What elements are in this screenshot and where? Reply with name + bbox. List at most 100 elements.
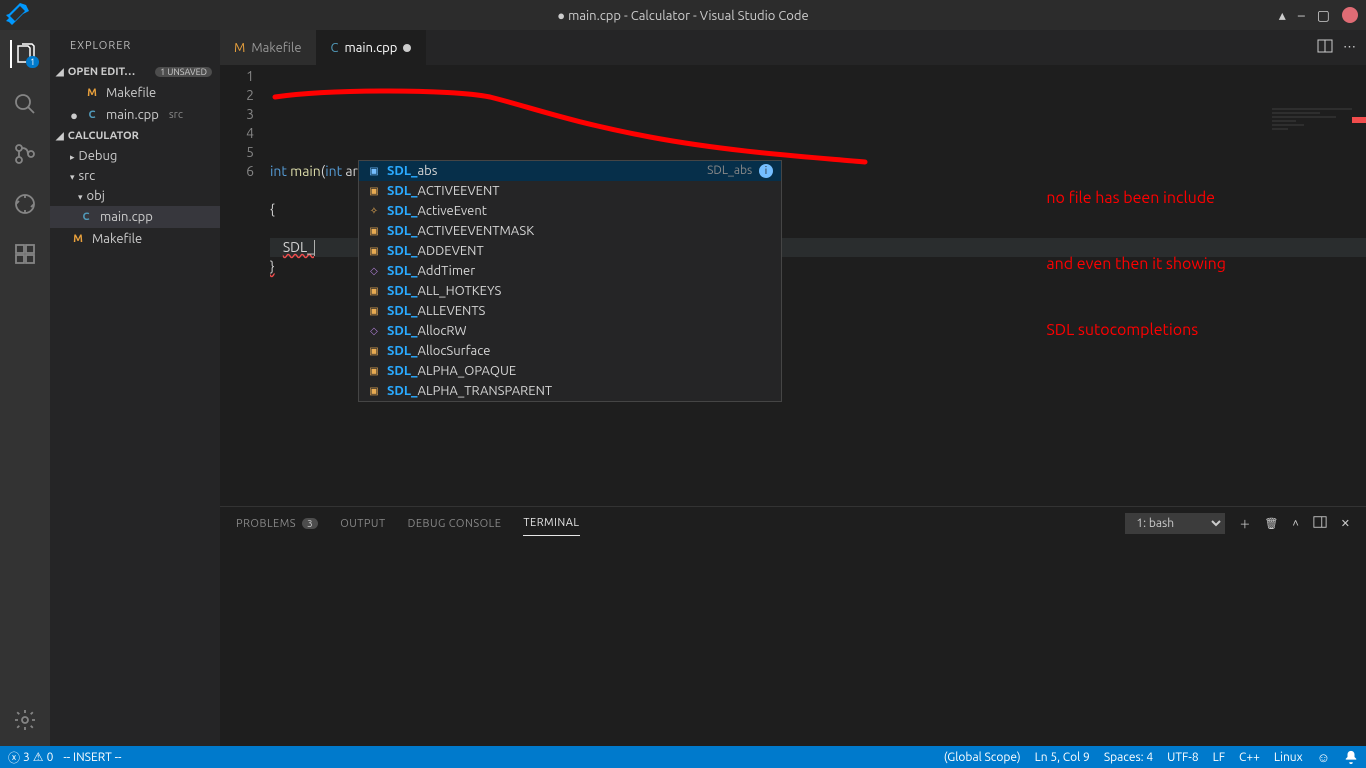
open-editor-maincpp[interactable]: ● C main.cpp src: [50, 104, 220, 126]
new-terminal-icon[interactable]: ＋: [1239, 516, 1250, 532]
panel-tab-debug[interactable]: DEBUG CONSOLE: [408, 518, 502, 530]
suggest-item[interactable]: ✧SDL_ActiveEvent: [359, 201, 781, 221]
close-icon[interactable]: [1342, 7, 1358, 23]
suggest-kind-icon: ▣: [367, 384, 381, 398]
status-eol[interactable]: LF: [1213, 750, 1225, 765]
kill-terminal-icon[interactable]: 🗑: [1264, 517, 1278, 530]
suggest-label: SDL_ALL_HOTKEYS: [387, 282, 501, 300]
annotation-line: no file has been include: [1046, 187, 1226, 209]
line-number: 5: [220, 143, 254, 162]
workspace-label: CALCULATOR: [68, 130, 139, 142]
file-makefile[interactable]: M Makefile: [50, 228, 220, 250]
line-number: 3: [220, 105, 254, 124]
suggest-kind-icon: ▣: [367, 304, 381, 318]
suggest-item[interactable]: ▣SDL_ACTIVEEVENTMASK: [359, 221, 781, 241]
suggest-kind-icon: ▣: [367, 184, 381, 198]
suggest-item[interactable]: ▣ SDL_ACTIVEEVENT: [359, 181, 781, 201]
maximize-panel-icon[interactable]: ˄: [1292, 518, 1298, 530]
suggest-kind-icon: ✧: [367, 204, 381, 218]
tab-makefile[interactable]: M Makefile: [220, 30, 317, 65]
sidebar-header: EXPLORER: [50, 30, 220, 62]
open-editor-label: Makefile: [106, 86, 156, 100]
search-icon[interactable]: [11, 90, 39, 118]
code-line: [270, 124, 1366, 143]
code-editor[interactable]: 1 2 3 4 5 6 int main(int argv,char argv)…: [220, 65, 1366, 506]
info-icon[interactable]: i: [759, 164, 773, 178]
file-maincpp[interactable]: C main.cpp: [50, 206, 220, 228]
source-control-icon[interactable]: [11, 140, 39, 168]
suggest-kind-icon: ▣: [367, 344, 381, 358]
workspace-section[interactable]: ◢ CALCULATOR: [50, 126, 220, 146]
settings-icon[interactable]: [11, 706, 39, 734]
maximize-icon[interactable]: ▢: [1317, 7, 1330, 24]
open-editors-section[interactable]: ◢ OPEN EDIT… 1 UNSAVED: [50, 62, 220, 82]
feedback-icon[interactable]: ☺: [1317, 750, 1330, 765]
open-editor-makefile[interactable]: M Makefile: [50, 82, 220, 104]
cpp-icon: C: [84, 107, 100, 123]
suggest-item[interactable]: ▣ SDL_ALL_HOTKEYS: [359, 281, 781, 301]
annotation-text: no file has been include and even then i…: [1046, 143, 1226, 385]
editor-tabs: M Makefile C main.cpp ⋯: [220, 30, 1366, 65]
suggest-item[interactable]: ▣SDL_ALLEVENTS: [359, 301, 781, 321]
annotation-line: and even then it showing: [1046, 253, 1226, 275]
close-panel-icon[interactable]: ✕: [1341, 517, 1350, 530]
suggest-label: SDL_ACTIVEEVENT: [387, 182, 499, 200]
makefile-icon: M: [84, 85, 100, 101]
status-encoding[interactable]: UTF-8: [1167, 750, 1198, 765]
debug-icon[interactable]: [11, 190, 39, 218]
file-label: Makefile: [92, 232, 142, 246]
minimap[interactable]: [1272, 70, 1352, 130]
line-number: 2: [220, 86, 254, 105]
status-cursor-pos[interactable]: Ln 5, Col 9: [1035, 750, 1090, 765]
folder-icon: Debug: [70, 149, 117, 163]
error-marker[interactable]: [1352, 117, 1366, 123]
panel-tab-problems[interactable]: PROBLEMS 3: [236, 518, 318, 530]
folder-obj[interactable]: obj: [50, 186, 220, 206]
suggest-kind-icon: ▣: [367, 284, 381, 298]
file-label: main.cpp: [100, 210, 153, 224]
panel-tab-terminal[interactable]: TERMINAL: [523, 517, 579, 536]
minimize-icon[interactable]: –: [1298, 7, 1305, 23]
suggest-kind-icon: ▣: [367, 164, 381, 178]
folder-debug[interactable]: Debug: [50, 146, 220, 166]
panel-tab-output[interactable]: OUTPUT: [340, 518, 385, 530]
move-panel-icon[interactable]: [1313, 515, 1327, 532]
extensions-icon[interactable]: [11, 240, 39, 268]
suggest-label: SDL_AllocRW: [387, 322, 467, 340]
folder-open-icon: src: [70, 169, 95, 183]
status-errors[interactable]: ⓧ3 ⚠0: [8, 749, 53, 766]
status-scope[interactable]: (Global Scope): [944, 750, 1021, 765]
suggest-item[interactable]: ▣SDL_ADDEVENT: [359, 241, 781, 261]
notifications-icon[interactable]: [1344, 750, 1358, 765]
suggest-label: SDL_abs: [387, 162, 437, 180]
makefile-icon: M: [70, 231, 86, 247]
suggest-kind-icon: ▣: [367, 244, 381, 258]
suggest-item[interactable]: ◇SDL_AllocRW: [359, 321, 781, 341]
cpp-icon: C: [78, 209, 94, 225]
status-indent[interactable]: Spaces: 4: [1104, 750, 1153, 765]
suggest-item[interactable]: ▣SDL_AllocSurface: [359, 341, 781, 361]
status-bar: ⓧ3 ⚠0 -- INSERT -- (Global Scope) Ln 5, …: [0, 746, 1366, 768]
suggest-item[interactable]: ▣SDL_ALPHA_TRANSPARENT: [359, 381, 781, 401]
suggest-item[interactable]: ◇SDL_AddTimer: [359, 261, 781, 281]
suggest-item[interactable]: ▣SDL_absSDL_abs i: [359, 161, 781, 181]
suggest-label: SDL_ACTIVEEVENTMASK: [387, 222, 534, 240]
split-editor-icon[interactable]: [1317, 38, 1333, 57]
line-number: 4: [220, 124, 254, 143]
suggest-item[interactable]: ▣SDL_ALPHA_OPAQUE: [359, 361, 781, 381]
folder-src[interactable]: src: [50, 166, 220, 186]
terminal-body[interactable]: [220, 540, 1366, 746]
status-language[interactable]: C++: [1239, 750, 1260, 765]
dirty-dot: ●: [70, 108, 78, 123]
editor-group: M Makefile C main.cpp ⋯ 1 2 3 4 5: [220, 30, 1366, 746]
code-content[interactable]: int main(int argv,char argv) { SDL_ } ▣S…: [270, 65, 1366, 506]
tab-maincpp[interactable]: C main.cpp: [317, 30, 427, 65]
panel-tabs: PROBLEMS 3 OUTPUT DEBUG CONSOLE TERMINAL…: [220, 507, 1366, 540]
status-os[interactable]: Linux: [1274, 750, 1303, 765]
suggest-widget[interactable]: ▣SDL_absSDL_abs i▣SDL_ACTIVEEVENT✧SDL_Ac…: [358, 160, 782, 402]
terminal-select[interactable]: 1: bash: [1125, 513, 1225, 534]
more-icon[interactable]: ⋯: [1343, 40, 1356, 55]
sidebar: EXPLORER ◢ OPEN EDIT… 1 UNSAVED M Makefi…: [50, 30, 220, 746]
collapse-icon[interactable]: ▴: [1279, 7, 1286, 24]
panel: PROBLEMS 3 OUTPUT DEBUG CONSOLE TERMINAL…: [220, 506, 1366, 746]
